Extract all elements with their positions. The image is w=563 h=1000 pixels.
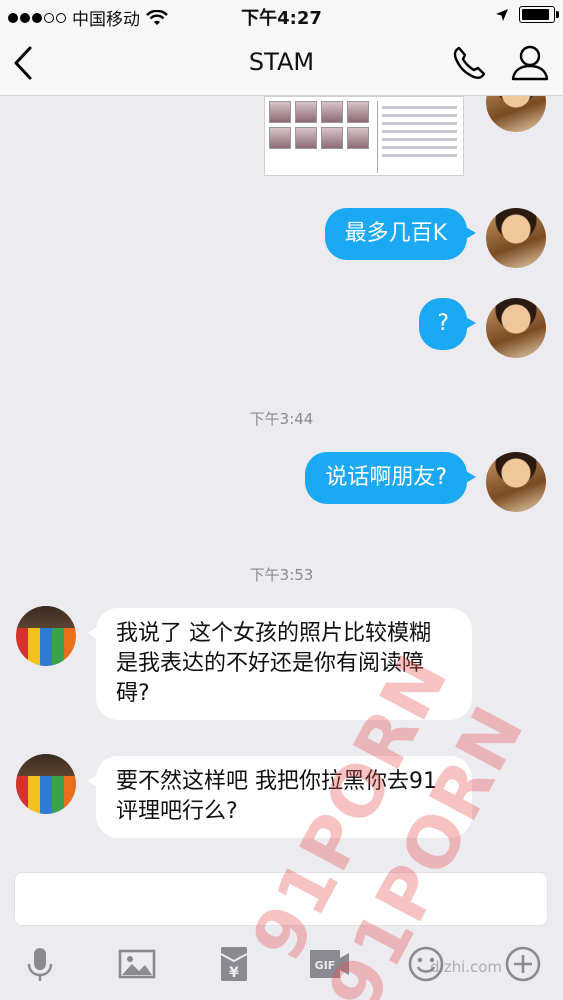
battery-level [522, 9, 549, 20]
screenshot-thumbnails [269, 101, 373, 149]
message-bubble-sent[interactable]: ? [419, 298, 476, 350]
watermark-site: dizhi.com [430, 958, 503, 976]
status-time: 下午4:27 [241, 8, 322, 29]
plus-icon[interactable] [503, 944, 543, 984]
message-timestamp: 下午3:44 [249, 410, 314, 428]
chat-header: STAM [0, 30, 563, 96]
my-avatar[interactable] [486, 452, 546, 512]
location-arrow-icon [496, 8, 508, 21]
red-packet-symbol: ¥ [229, 965, 239, 981]
red-packet-icon[interactable]: ¥ [214, 944, 254, 984]
my-avatar[interactable] [486, 96, 546, 132]
contact-icon[interactable] [510, 43, 550, 83]
message-bubble-sent[interactable]: 说话啊朋友? [305, 452, 476, 504]
status-right [495, 6, 559, 23]
battery-icon [519, 6, 559, 23]
contact-avatar[interactable] [16, 606, 76, 666]
message-bubble-sent[interactable]: 最多几百K [324, 208, 477, 260]
image-message[interactable] [264, 96, 464, 176]
status-bar: 中国移动 下午4:27 [0, 0, 563, 30]
phone-icon[interactable] [450, 44, 488, 82]
message-timestamp: 下午3:53 [249, 566, 314, 584]
microphone-icon[interactable] [20, 944, 60, 984]
my-avatar[interactable] [486, 298, 546, 358]
image-icon[interactable] [117, 944, 157, 984]
screenshot-properties-panel [377, 101, 461, 173]
my-avatar[interactable] [486, 208, 546, 268]
contact-avatar[interactable] [16, 754, 76, 814]
